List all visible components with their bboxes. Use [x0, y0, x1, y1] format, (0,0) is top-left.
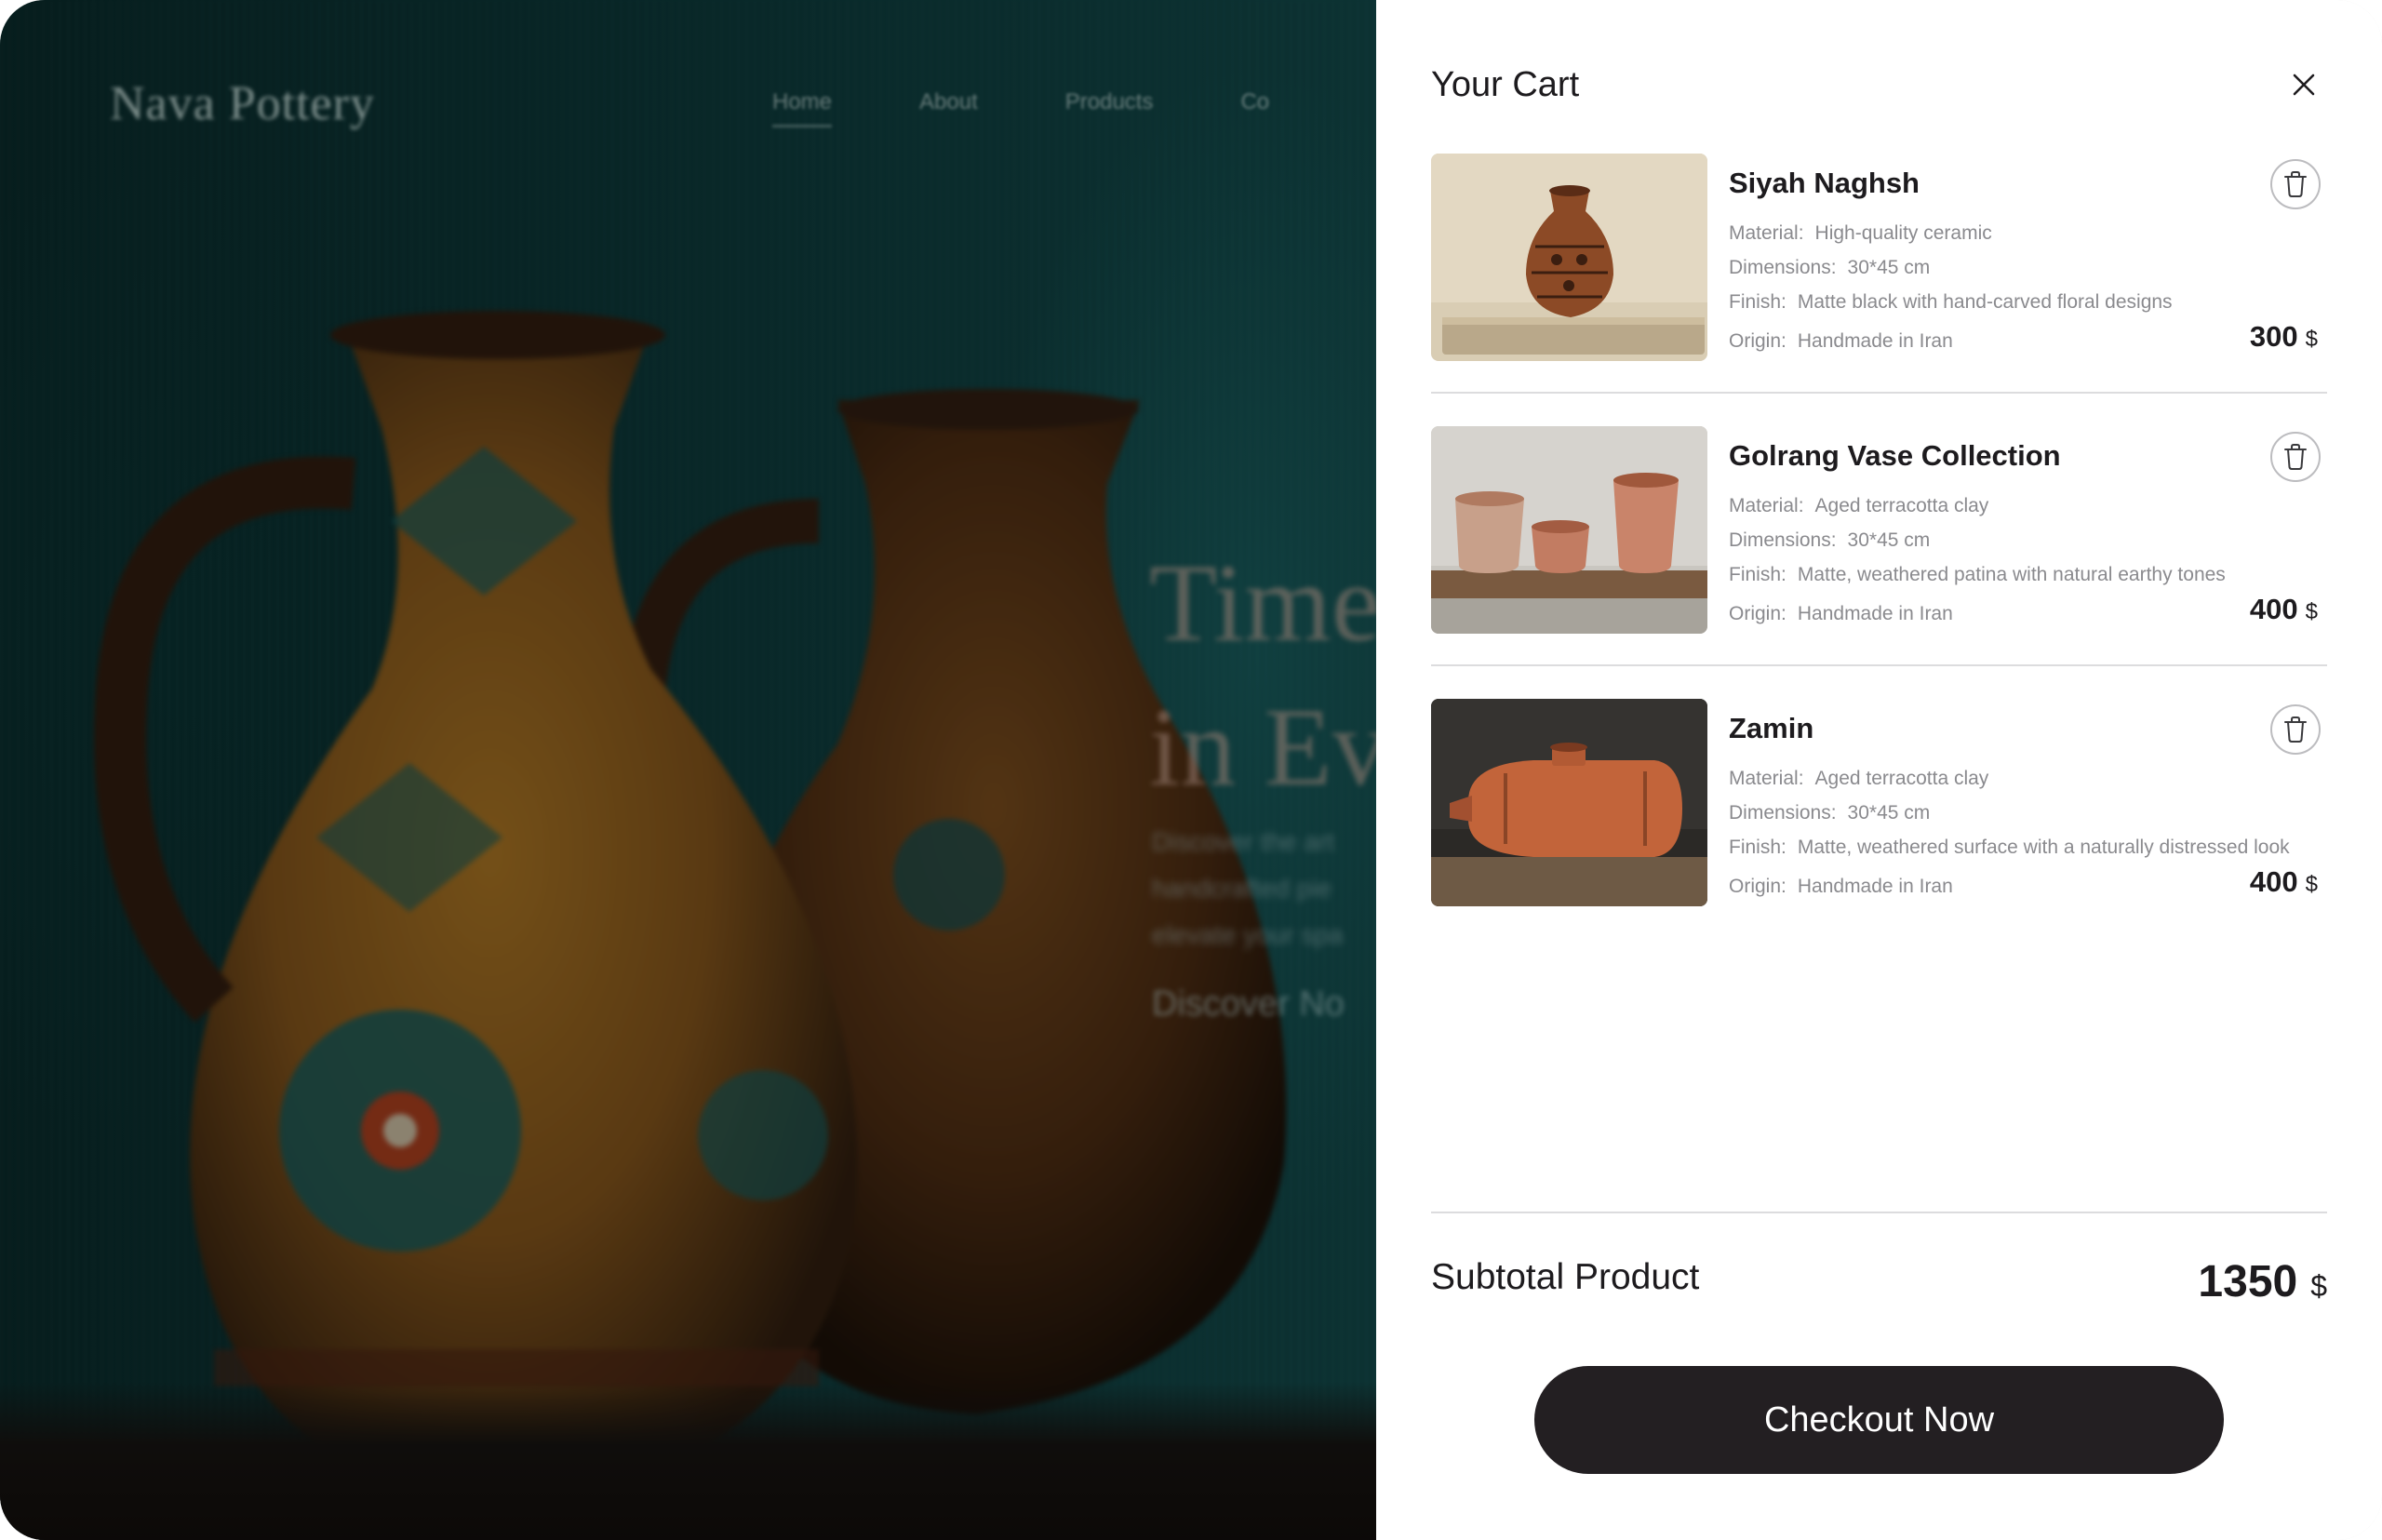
- price-value: 300: [2249, 320, 2298, 353]
- nav-item-about: About: [919, 89, 978, 114]
- finish-value: Matte, weathered patina with natural ear…: [1797, 564, 2226, 585]
- origin-label: Origin:: [1729, 876, 1786, 897]
- product-name: Siyah Naghsh: [1729, 167, 1920, 199]
- product-image-golrang-vase-collection[interactable]: [1431, 426, 1707, 634]
- finish-label: Finish:: [1729, 291, 1786, 313]
- origin-label: Origin:: [1729, 603, 1786, 624]
- product-origin: Origin: Handmade in Iran: [1729, 603, 1953, 625]
- product-material: Material: Aged terracotta clay: [1729, 495, 1988, 517]
- material-value: High-quality ceramic: [1814, 222, 1992, 244]
- origin-value: Handmade in Iran: [1797, 876, 1953, 897]
- material-value: Aged terracotta clay: [1814, 768, 1989, 789]
- trash-icon: [2284, 716, 2307, 743]
- finish-value: Matte black with hand-carved floral desi…: [1797, 291, 2173, 313]
- app-window: Nava Pottery Home About Products Co Time…: [0, 0, 2382, 1540]
- price-value: 400: [2249, 593, 2298, 625]
- product-price: 400 $: [2250, 865, 2318, 899]
- product-finish: Finish: Matte, weathered surface with a n…: [1729, 837, 2290, 859]
- cart-title: Your Cart: [1431, 65, 1580, 104]
- nav-item-home: Home: [772, 89, 833, 127]
- finish-label: Finish:: [1729, 564, 1786, 585]
- hero-description-line-1: Discover the art: [1152, 827, 1335, 856]
- dimensions-value: 30*45 cm: [1847, 802, 1931, 824]
- hero-description-line-2: handcrafted pie: [1152, 874, 1332, 903]
- product-dimensions: Dimensions: 30*45 cm: [1729, 529, 1930, 552]
- remove-item-button[interactable]: [2270, 704, 2321, 755]
- site-nav: Home About Products Co: [772, 89, 1269, 127]
- remove-item-button[interactable]: [2270, 432, 2321, 482]
- product-name: Golrang Vase Collection: [1729, 439, 2061, 472]
- finish-label: Finish:: [1729, 837, 1786, 858]
- material-label: Material:: [1729, 222, 1804, 244]
- dimensions-label: Dimensions:: [1729, 529, 1837, 551]
- remove-item-button[interactable]: [2270, 159, 2321, 209]
- origin-value: Handmade in Iran: [1797, 330, 1953, 352]
- finish-value: Matte, weathered surface with a naturall…: [1797, 837, 2290, 858]
- product-origin: Origin: Handmade in Iran: [1729, 330, 1953, 353]
- price-currency: $: [2305, 599, 2318, 624]
- product-price: 300 $: [2250, 320, 2318, 354]
- price-currency: $: [2305, 327, 2318, 352]
- product-material: Material: Aged terracotta clay: [1729, 768, 1988, 790]
- origin-label: Origin:: [1729, 330, 1786, 352]
- subtotal-currency: $: [2310, 1269, 2327, 1303]
- close-icon: [2293, 74, 2315, 96]
- subtotal-divider: [1431, 1212, 2327, 1213]
- nav-item-contact: Co: [1240, 89, 1270, 114]
- product-name: Zamin: [1729, 712, 1814, 744]
- product-material: Material: High-quality ceramic: [1729, 222, 1992, 245]
- cart-item: Zamin Material: Aged terracotta clay Dime…: [1431, 699, 2327, 906]
- cart-item: Siyah Naghsh Material: High-quality ceram…: [1431, 154, 2327, 361]
- material-label: Material:: [1729, 495, 1804, 516]
- close-button[interactable]: [2285, 66, 2322, 103]
- checkout-button[interactable]: Checkout Now: [1534, 1366, 2224, 1474]
- cart-item: Golrang Vase Collection Material: Aged te…: [1431, 426, 2327, 634]
- product-price: 400 $: [2250, 593, 2318, 626]
- item-divider: [1431, 664, 2327, 666]
- item-divider: [1431, 392, 2327, 394]
- material-value: Aged terracotta clay: [1814, 495, 1989, 516]
- hero-title-line-1: Time: [1149, 541, 1377, 664]
- hero-title: Time in Ev: [1149, 530, 1377, 819]
- trash-icon: [2284, 171, 2307, 197]
- product-image-zamin[interactable]: [1431, 699, 1707, 906]
- origin-value: Handmade in Iran: [1797, 603, 1953, 624]
- trash-icon: [2284, 444, 2307, 470]
- hero-description-line-3: elevate your spa: [1152, 920, 1344, 949]
- dimensions-value: 30*45 cm: [1847, 257, 1931, 278]
- hero-title-line-2: in Ev: [1149, 685, 1377, 809]
- hero-cta-link: Discover No: [1152, 984, 1345, 1024]
- subtotal-amount: 1350 $: [2198, 1256, 2327, 1307]
- product-image-siyah-naghsh[interactable]: [1431, 154, 1707, 361]
- price-currency: $: [2305, 872, 2318, 897]
- product-dimensions: Dimensions: 30*45 cm: [1729, 257, 1930, 279]
- product-origin: Origin: Handmade in Iran: [1729, 876, 1953, 898]
- dimensions-value: 30*45 cm: [1847, 529, 1931, 551]
- material-label: Material:: [1729, 768, 1804, 789]
- site-logo: Nava Pottery: [110, 77, 375, 130]
- product-dimensions: Dimensions: 30*45 cm: [1729, 802, 1930, 824]
- subtotal-value: 1350: [2198, 1257, 2298, 1306]
- product-finish: Finish: Matte black with hand-carved flor…: [1729, 291, 2173, 314]
- page-backdrop[interactable]: Nava Pottery Home About Products Co Time…: [0, 0, 1377, 1540]
- hero-description: Discover the art handcrafted pie elevate…: [1152, 819, 1375, 958]
- nav-item-products: Products: [1064, 89, 1154, 114]
- product-finish: Finish: Matte, weathered patina with natu…: [1729, 564, 2226, 586]
- cart-drawer: Your Cart Siyah Naghsh Material: High-qu…: [1376, 0, 2382, 1540]
- price-value: 400: [2249, 865, 2298, 898]
- dimensions-label: Dimensions:: [1729, 257, 1837, 278]
- subtotal-label: Subtotal Product: [1431, 1257, 1700, 1297]
- dimensions-label: Dimensions:: [1729, 802, 1837, 824]
